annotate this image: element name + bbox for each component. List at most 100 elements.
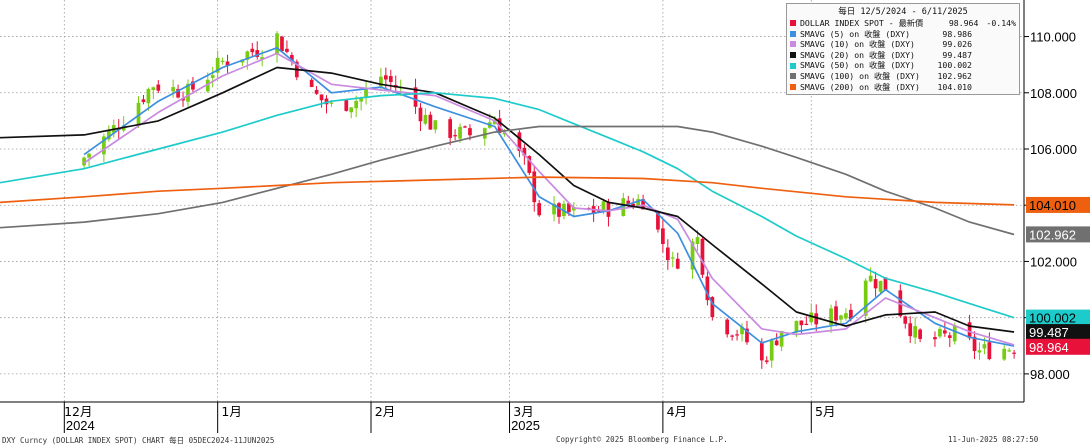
legend-row-sma20: SMAVG (20) on 收盤 (DXY) 99.487: [790, 50, 1016, 61]
candle-body: [146, 89, 151, 104]
legend-value: 99.487: [942, 49, 972, 60]
legend-label: SMAVG (50) on 收盤 (DXY): [800, 60, 915, 71]
candle-body: [1007, 350, 1012, 352]
legend-label: SMAVG (200) on 收盤 (DXY): [800, 81, 920, 92]
candle-body: [1002, 348, 1007, 360]
legend-swatch: [790, 20, 796, 27]
candle-body: [982, 344, 987, 349]
x-tick-label: 2月: [375, 404, 395, 419]
candle-body: [458, 126, 462, 139]
legend-header: 每日 12/5/2024 - 6/11/2025: [838, 7, 968, 17]
candle-body: [275, 33, 279, 55]
candle-body: [725, 319, 730, 335]
candle-body: [156, 84, 161, 91]
candle-body: [863, 280, 868, 316]
candle-body: [468, 128, 472, 136]
candle-body: [670, 257, 675, 259]
candle-body: [428, 114, 433, 130]
y-tick-label: 110.000: [1030, 30, 1076, 45]
legend-swatch: [790, 41, 796, 48]
price-tag-label: 98.964: [1029, 340, 1069, 355]
candle-body: [418, 107, 423, 122]
chart-legend: 每日 12/5/2024 - 6/11/2025 DOLLAR INDEX SP…: [786, 3, 1020, 96]
candle-body: [839, 315, 843, 320]
price-tag-label: 104.010: [1029, 198, 1076, 213]
y-tick-label: 98.000: [1030, 367, 1070, 382]
candle-body: [329, 102, 334, 104]
price-tags: 104.010 102.962 100.00299.48798.964: [1026, 196, 1090, 355]
candle-body: [804, 323, 809, 325]
legend-row-sma200: SMAVG (200) on 收盤 (DXY) 104.010: [790, 82, 1016, 93]
legend-value: 98.986: [942, 28, 972, 39]
candle-body: [220, 60, 225, 62]
candle-body: [769, 340, 774, 361]
candle-body: [463, 126, 467, 128]
footer-left: DXY Curncy (DOLLAR INDEX SPOT) CHART 每日 …: [2, 436, 275, 445]
candle-body: [388, 76, 393, 83]
candle-body: [423, 114, 428, 124]
candle-body: [433, 120, 438, 130]
candle-body: [700, 238, 705, 275]
x-tick-label: 4月: [667, 404, 687, 419]
candle-body: [952, 325, 957, 342]
legend-label: SMAVG (20) on 收盤 (DXY): [800, 49, 915, 60]
legend-swatch: [790, 83, 796, 90]
x-year-label: 2025: [511, 418, 540, 433]
candle-body: [908, 323, 913, 337]
candle-body: [557, 203, 561, 217]
candle-body: [151, 87, 156, 91]
legend-row-sma5: SMAVG (5) on 收盤 (DXY) 98.986: [790, 29, 1016, 40]
candle-body: [675, 258, 680, 269]
candle-body: [280, 36, 284, 52]
legend-value: 99.026: [942, 39, 972, 50]
candle-body: [87, 153, 91, 158]
legend-change: -0.14%: [986, 18, 1016, 28]
x-year-label: 2024: [66, 418, 95, 433]
candle-body: [844, 313, 848, 319]
candle-body: [878, 280, 883, 292]
legend-value: 98.964: [948, 18, 979, 28]
ma-line-20: [0, 66, 1015, 333]
footer-right: 11-Jun-2025 08:27:50: [948, 435, 1039, 444]
price-tag-label: 102.962: [1029, 227, 1076, 242]
candle-body: [868, 275, 873, 282]
candle-body: [759, 342, 764, 361]
legend-label: SMAVG (5) on 收盤 (DXY): [800, 28, 911, 39]
candle-body: [384, 75, 388, 80]
candle-body: [344, 99, 349, 111]
legend-swatch: [790, 73, 796, 80]
legend-row-sma10: SMAVG (10) on 收盤 (DXY) 99.026: [790, 39, 1016, 50]
legend-row-price: DOLLAR INDEX SPOT - 最新價 98.964 -0.14%: [790, 18, 1016, 29]
ma-line-100: [0, 125, 1015, 236]
candle-body: [314, 89, 319, 94]
candle-body: [735, 334, 739, 336]
candle-body: [730, 335, 734, 337]
candle-body: [987, 342, 992, 360]
candle-body: [354, 100, 359, 109]
legend-label: SMAVG (100) on 收盤 (DXY): [800, 70, 920, 81]
candle-body: [537, 203, 542, 216]
candle-body: [977, 350, 982, 353]
candle-body: [764, 360, 769, 362]
x-tick-label: 3月: [513, 404, 533, 419]
x-tick-label: 12月: [64, 404, 92, 419]
candle-body: [171, 87, 175, 92]
candle-body: [349, 107, 354, 113]
candle-body: [903, 316, 908, 324]
price-tag-label: 100.002: [1029, 311, 1076, 326]
y-tick-label: 108.000: [1030, 86, 1077, 101]
x-tick-label: 1月: [221, 404, 241, 419]
candle-body: [918, 329, 922, 339]
candle-body: [319, 94, 324, 101]
legend-swatch: [790, 52, 796, 59]
y-tick-label: 102.000: [1030, 254, 1077, 269]
candle-body: [250, 48, 255, 53]
candle-body: [309, 79, 314, 88]
candle-body: [799, 320, 804, 326]
candle-body: [834, 306, 838, 321]
candle-body: [947, 335, 952, 338]
candle-body: [665, 247, 670, 261]
candle-body: [1012, 352, 1016, 354]
candle-body: [141, 99, 146, 103]
candle-body: [661, 228, 665, 245]
